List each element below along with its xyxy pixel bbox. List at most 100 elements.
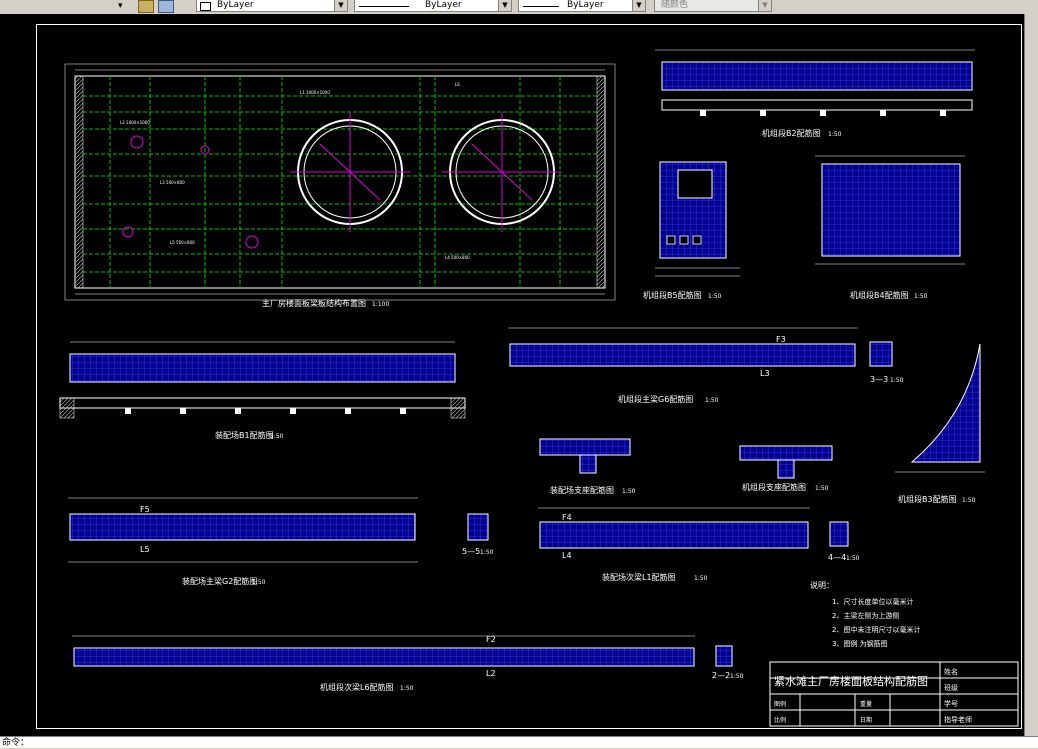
title-block-id-label: 学号 (944, 699, 958, 708)
svg-text:L2 1000×1000: L2 1000×1000 (120, 120, 150, 125)
l1-label-f4: F4 (562, 513, 572, 522)
plan-view: L2 1000×1000 L3 500×800 L5 500×800 L4 500×… (64, 63, 616, 308)
sec55-scale: 1:50 (480, 549, 494, 556)
g2-detail: F5 L5 装配场主梁G2配筋图 1:50 (68, 497, 418, 586)
b5-detail: 机组段B5配筋图 1:50 (643, 161, 740, 300)
sec55-title: 5—5 (462, 547, 480, 556)
title-block-class-label: 班级 (944, 683, 958, 692)
b1-title: 装配场B1配筋图 (215, 430, 274, 440)
sec22-scale: 1:50 (730, 673, 744, 680)
notes-heading: 说明： (810, 580, 834, 590)
svg-text:L3 500×800: L3 500×800 (160, 180, 185, 185)
l1-title: 装配场次梁L1配筋图 (602, 572, 676, 582)
command-line[interactable]: 命令： (0, 736, 1038, 748)
title-block-scale-label: 比例 (774, 716, 786, 724)
chevron-down-icon: ▼ (758, 0, 771, 11)
sec22-title: 2—2 (712, 671, 730, 680)
l1-detail: F4 L4 装配场次梁L1配筋图 1:50 (538, 507, 810, 582)
title-block-name-label: 姓名 (944, 667, 958, 676)
plan-scale: 1:100 (372, 301, 389, 308)
b5-scale: 1:50 (708, 293, 722, 300)
layer-dropdown-arrow-icon[interactable]: ▾ (118, 0, 123, 12)
l6-scale: 1:50 (400, 685, 414, 692)
g6-label-l3: L3 (760, 369, 770, 378)
command-prompt: 命令： (2, 738, 30, 748)
color-control-select[interactable]: ByLayer ▼ (196, 0, 348, 12)
l6-title: 机组段次梁L6配筋图 (320, 682, 394, 692)
plotstyle-control-select[interactable]: 随颜色 ▼ (654, 0, 772, 12)
g6-label-f3: F3 (776, 335, 786, 344)
zzl-detail: 装配场支座配筋图 1:50 (539, 438, 636, 495)
b4-detail: 机组段B4配筋图 1:50 (815, 155, 965, 300)
note-3: 2、图中未注明尺寸以毫米计 (832, 625, 920, 634)
drawing-svg: L2 1000×1000 L3 500×800 L5 500×800 L4 500×… (59, 49, 1019, 727)
jzl-scale: 1:50 (815, 485, 829, 492)
chevron-down-icon: ▼ (632, 0, 645, 11)
b2-title: 机组段B2配筋图 (762, 128, 821, 138)
color-swatch-icon (200, 2, 211, 11)
l6-label-l2: L2 (486, 669, 496, 678)
svg-text:L6: L6 (455, 82, 460, 87)
lineweight-preview-icon (523, 6, 559, 7)
section-4-4: 4—4 1:50 (828, 521, 860, 562)
notes-block: 说明： 1、尺寸长度单位以毫米计 2、主梁左侧为上游侧 2、图中未注明尺寸以毫米… (810, 580, 920, 648)
b3-detail: 机组段B3配筋图 1:50 (895, 343, 985, 504)
svg-text:L4 500×800: L4 500×800 (445, 255, 470, 260)
chevron-down-icon: ▼ (498, 0, 511, 11)
zzl-title: 装配场支座配筋图 (550, 485, 614, 495)
section-5-5: 5—5 1:50 (462, 513, 494, 556)
sec44-scale: 1:50 (846, 555, 860, 562)
linetype-control-select[interactable]: ByLayer ▼ (354, 0, 512, 12)
plotstyle-control-value: 随颜色 (661, 0, 689, 10)
title-block-weight-label: 重量 (860, 700, 872, 708)
svg-text:L5 500×800: L5 500×800 (170, 240, 195, 245)
g6-scale: 1:50 (705, 397, 719, 404)
note-4: 3、图例 为钢筋图 (832, 639, 888, 648)
title-block-project: 紧水滩主厂房楼面板结构配筋图 (774, 674, 928, 688)
svg-text:L1 1000×1000: L1 1000×1000 (300, 90, 330, 95)
color-control-value: ByLayer (217, 0, 254, 10)
b4-scale: 1:50 (914, 293, 928, 300)
l1-label-l4: L4 (562, 551, 572, 560)
sec33-title: 3—3 (870, 375, 888, 384)
drawing-canvas[interactable]: L2 1000×1000 L3 500×800 L5 500×800 L4 500×… (0, 14, 1038, 736)
b1-scale: 1:50 (270, 433, 284, 440)
b3-scale: 1:50 (962, 497, 976, 504)
g6-title: 机组段主梁G6配筋图 (618, 394, 693, 404)
note-2: 2、主梁左侧为上游侧 (832, 611, 899, 620)
lineweight-control-select[interactable]: ByLayer ▼ (518, 0, 646, 12)
vertical-scrollbar[interactable] (1024, 14, 1038, 736)
layer-manager-icon[interactable] (138, 0, 154, 13)
section-3-3: 3—3 1:50 (869, 341, 904, 384)
zzl-scale: 1:50 (622, 488, 636, 495)
linetype-preview-icon (359, 6, 409, 7)
chevron-down-icon: ▼ (334, 0, 347, 11)
section-2-2: 2—2 1:50 (712, 645, 744, 680)
sec33-scale: 1:50 (890, 377, 904, 384)
title-block-date-label: 日期 (860, 716, 872, 724)
g2-label-l5: L5 (140, 545, 150, 554)
lineweight-control-value: ByLayer (567, 0, 604, 10)
jzl-title: 机组段支座配筋图 (742, 482, 806, 492)
b4-title: 机组段B4配筋图 (850, 290, 909, 300)
title-block (769, 661, 1019, 727)
g2-scale: 1:50 (252, 579, 266, 586)
b5-title: 机组段B5配筋图 (643, 290, 702, 300)
linetype-control-value: ByLayer (425, 0, 462, 10)
plan-title: 主厂房楼面板梁板结构布置图 (262, 298, 366, 308)
l1-scale: 1:50 (694, 575, 708, 582)
jzl-detail: 机组段支座配筋图 1:50 (739, 445, 833, 492)
b3-title: 机组段B3配筋图 (898, 494, 957, 504)
sec44-title: 4—4 (828, 553, 846, 562)
title-block-advisor-label: 指导老师 (944, 715, 972, 724)
layer-states-icon[interactable] (158, 0, 174, 13)
title-block-drawing-label: 图例 (774, 700, 786, 708)
g2-label-f5: F5 (140, 505, 150, 514)
l6-detail: F2 L2 机组段次梁L6配筋图 1:50 (72, 635, 695, 692)
properties-toolbar: ▾ ByLayer ▼ ByLayer ▼ ByLayer ▼ 随颜色 ▼ (0, 0, 1038, 15)
b2-detail: 机组段B2配筋图 1:50 (655, 49, 975, 138)
note-1: 1、尺寸长度单位以毫米计 (832, 597, 913, 606)
g2-title: 装配场主梁G2配筋图 (182, 576, 257, 586)
b2-scale: 1:50 (828, 131, 842, 138)
g6-detail: F3 L3 机组段主梁G6配筋图 1:50 (508, 327, 858, 404)
